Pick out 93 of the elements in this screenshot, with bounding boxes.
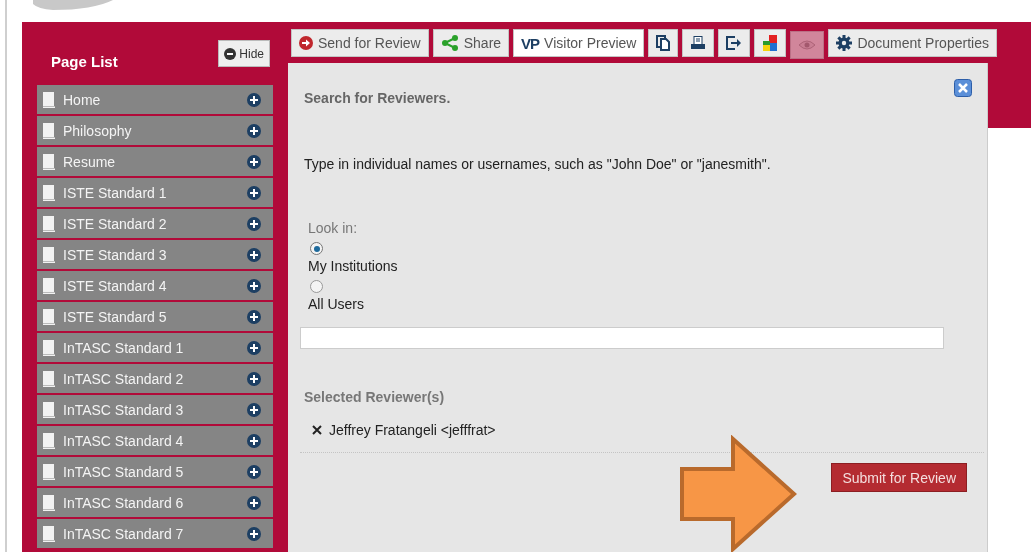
page-title: ISTE Standard 2 [63,215,168,232]
page-list-item[interactable]: Home [37,85,273,116]
add-icon[interactable] [247,309,261,324]
sidebar-title: Page List [51,53,118,70]
add-icon[interactable] [247,123,261,138]
add-icon[interactable] [247,185,261,200]
page-title: ISTE Standard 5 [63,308,168,325]
arrow-circle-icon [299,36,313,50]
document-icon [43,339,55,356]
toolbar-icon-button[interactable] [682,29,715,57]
minus-icon [224,47,237,60]
page-list-item[interactable]: ISTE Standard 1 [37,178,273,209]
document-icon [43,184,55,201]
add-icon[interactable] [247,371,261,386]
document-icon [43,494,55,511]
radio-button[interactable] [310,280,323,293]
page-list-item[interactable]: InTASC Standard 5 [37,457,273,488]
document-icon [43,308,55,325]
toolbar-button[interactable]: VP Visitor Preview [513,29,645,57]
page-list-item[interactable]: ISTE Standard 3 [37,240,273,271]
page-title: Philosophy [63,122,133,139]
page-title: InTASC Standard 5 [63,463,185,480]
document-icon [43,122,55,139]
toolbar-button[interactable]: Share [432,29,510,57]
add-icon[interactable] [247,340,261,355]
page-list-item[interactable]: ISTE Standard 5 [37,302,273,333]
page-title: ISTE Standard 4 [63,277,168,294]
option-label: All Users [308,296,364,312]
selected-reviewers-heading: Selected Reviewer(s) [304,389,446,405]
document-icon [43,277,55,294]
page-list-item[interactable]: Philosophy [37,116,273,147]
remove-icon[interactable] [312,425,322,435]
document-icon [43,463,55,480]
add-icon[interactable] [247,402,261,417]
page-list-item[interactable]: Resume [37,147,273,178]
add-icon[interactable] [247,154,261,169]
document-icon [43,215,55,232]
close-icon[interactable] [954,79,972,97]
add-icon[interactable] [247,433,261,448]
document-icon [43,246,55,263]
page-title: ISTE Standard 3 [63,246,168,263]
look-in-label: Look in: [308,220,359,236]
logo-text: VP [521,34,540,52]
toolbar-button[interactable]: Document Properties [828,29,997,57]
page-list-item[interactable]: InTASC Standard 4 [37,426,273,457]
toolbar-icon-button[interactable] [718,29,751,57]
page-list-item[interactable]: InTASC Standard 1 [37,333,273,364]
hide-button[interactable]: Hide [218,40,270,67]
page-list-item[interactable]: InTASC Standard 7 [37,519,273,550]
toolbar-button[interactable]: Send for Review [291,29,429,57]
instruction-text: Type in individual names or usernames, such as "John Doe" or "janesmith". [304,156,772,172]
copy-icon [656,35,671,51]
page-title: InTASC Standard 3 [63,401,185,418]
submit-button[interactable]: Submit for Review [831,463,967,492]
settings-icon [836,35,853,51]
option-label: My Institutions [308,258,398,274]
document-icon [43,401,55,418]
document-icon [43,525,55,542]
share-icon [440,35,459,51]
export-icon [726,36,743,50]
page-list-item[interactable]: InTASC Standard 3 [37,395,273,426]
page-title: Resume [63,153,117,170]
add-icon[interactable] [247,216,261,231]
document-icon [43,432,55,449]
page-title: InTASC Standard 1 [63,339,185,356]
page-list-item[interactable]: ISTE Standard 4 [37,271,273,302]
color-squares-icon [762,35,779,51]
page-list-item[interactable]: ISTE Standard 2 [37,209,273,240]
page-list-item[interactable]: InTASC Standard 6 [37,488,273,519]
add-icon[interactable] [247,278,261,293]
page-list-item[interactable]: InTASC Standard 2 [37,364,273,395]
dialog-title: Search for Reviewers. [304,90,452,106]
document-icon [43,91,55,108]
search-field[interactable] [300,327,944,349]
add-icon[interactable] [247,495,261,510]
document-icon [43,153,55,170]
page-title: InTASC Standard 7 [63,525,185,542]
print-icon [690,36,707,50]
page-title: InTASC Standard 2 [63,370,185,387]
add-icon[interactable] [247,247,261,262]
add-icon[interactable] [247,526,261,541]
page-title: InTASC Standard 4 [63,432,185,449]
page-title: ISTE Standard 1 [63,184,168,201]
reviewer-name: Jeffrey Fratangeli <jefffrat> [329,422,496,438]
page-title: InTASC Standard 6 [63,494,185,511]
toolbar-icon-button[interactable] [754,29,787,57]
add-icon[interactable] [247,92,261,107]
page-title: Home [63,91,102,108]
toolbar-icon-button[interactable] [648,29,679,57]
radio-button[interactable] [310,242,323,255]
document-icon [43,370,55,387]
eye-icon [798,39,817,51]
add-icon[interactable] [247,464,261,479]
